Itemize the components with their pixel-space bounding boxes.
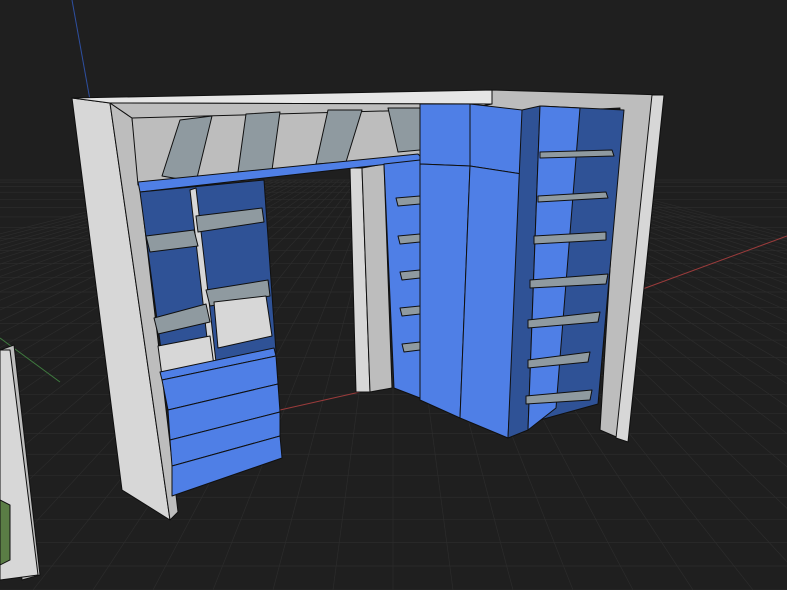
corner-shelf-1[interactable] xyxy=(539,149,615,159)
top-beam[interactable] xyxy=(71,89,493,105)
partial-object-left[interactable] xyxy=(0,344,41,581)
wardrobe-top-door-right[interactable] xyxy=(469,103,523,175)
x-axis-line-left xyxy=(279,391,361,411)
3d-viewport[interactable] xyxy=(0,0,787,590)
narrow-shelf-5[interactable] xyxy=(401,341,421,353)
wardrobe-top-door-left[interactable] xyxy=(419,103,471,167)
narrow-shelf-4[interactable] xyxy=(399,305,421,317)
scene-canvas[interactable] xyxy=(0,0,787,590)
narrow-shelf-3[interactable] xyxy=(399,269,421,281)
wardrobe[interactable] xyxy=(419,103,541,439)
z-axis-line xyxy=(71,0,91,101)
narrow-shelf-2[interactable] xyxy=(397,233,421,245)
drawer-stack[interactable] xyxy=(161,355,283,497)
narrow-shelf-1[interactable] xyxy=(395,195,421,207)
left-bookcase[interactable] xyxy=(139,179,277,381)
